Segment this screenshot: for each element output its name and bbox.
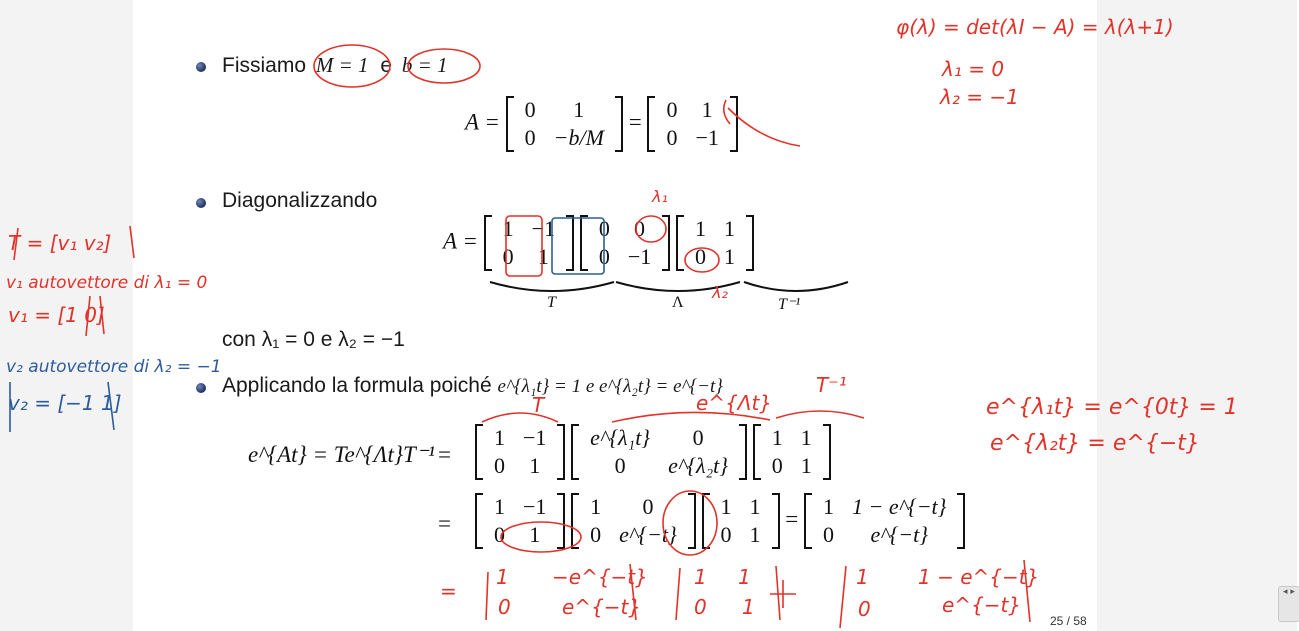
eq-lhs: A =	[465, 109, 500, 135]
bullet-text: Applicando la formula poiché	[222, 374, 492, 397]
slide-nav-button[interactable]: ◂ ▸	[1278, 586, 1299, 622]
cell: 1	[749, 494, 761, 519]
cell: 0	[642, 494, 654, 519]
matrix-a-symbolic: 0 1 0 −b/M	[505, 96, 624, 152]
cell: 0	[494, 453, 505, 478]
cell: 0	[524, 125, 536, 150]
cell: 0	[614, 453, 626, 478]
cell: e^{λ₁t}	[590, 425, 651, 450]
bullet-diagonalizzando: Diagonalizzando	[222, 189, 378, 212]
exp-row2: 1 −1 01 10 0 e^{−t} 11 01 = 11 − e^{−t} 0e…	[475, 493, 966, 549]
matrix-a-equation: A = 01 0 −b/M = 01 0 −1	[465, 96, 739, 152]
cell: 1	[529, 522, 541, 547]
brace-label-tinv: T⁻¹	[778, 296, 801, 313]
cell: −1	[627, 244, 652, 269]
cell: 1	[800, 453, 812, 478]
matrix-t-inverse: 11 01	[701, 493, 780, 549]
eigenvalues-line: con λ₁ = 0 e λ₂ = −1	[222, 328, 405, 351]
bullet-dot	[196, 198, 206, 208]
diagonalization-equation: A = 1 −1 01 00 0 −1 11 01	[443, 215, 754, 271]
cell: 1	[771, 425, 783, 450]
cell: 1	[529, 453, 541, 478]
cell: 0	[695, 244, 706, 269]
page-number: 25 / 58	[1050, 614, 1087, 628]
cell: 1	[823, 494, 835, 519]
left-margin	[0, 0, 133, 631]
cell: 1	[573, 97, 585, 122]
cell: 0	[720, 522, 732, 547]
matrix-result: 1 1 − e^{−t} 0 e^{−t}	[804, 493, 966, 549]
matrix-t-inverse: 11 01	[676, 215, 754, 271]
right-margin	[1097, 0, 1297, 631]
cell: 0	[634, 216, 646, 241]
cell: −1	[531, 216, 556, 241]
exp-lhs: e^{At} = Te^{Λt}T⁻¹	[248, 442, 435, 467]
eq-sign: =	[628, 109, 642, 135]
cell: 1	[701, 97, 713, 122]
cell: 1 − e^{−t}	[852, 494, 947, 519]
eq-sign: =	[785, 506, 799, 532]
cell: 1	[720, 494, 732, 519]
cell: e^{−t}	[870, 522, 929, 547]
exp-eq-sign: =	[438, 442, 451, 467]
matrix-t-inverse: 11 01	[752, 424, 831, 480]
cell: 0	[666, 97, 678, 122]
cell: 1	[537, 244, 549, 269]
cell: e^{−t}	[619, 522, 677, 547]
bullet-dot	[196, 383, 206, 393]
matrix-t: 1 −1 01	[475, 424, 566, 480]
cell: 0	[692, 425, 704, 450]
cell: 0	[502, 244, 514, 269]
cell: 1	[724, 216, 735, 241]
param-b: b = 1	[401, 53, 448, 77]
cell: 1	[590, 494, 602, 519]
cell: 0	[666, 125, 678, 150]
bullet-text: Fissiamo	[222, 54, 307, 77]
cell: 0	[494, 522, 505, 547]
matrix-lambda: 00 0 −1	[579, 215, 671, 271]
cell: 1	[502, 216, 514, 241]
cell: 0	[598, 216, 610, 241]
bullet-dot	[196, 62, 206, 72]
bullet-math: e^{λ₁t} = 1 e e^{λ₂t} = e^{−t}	[497, 376, 723, 397]
cell: −1	[695, 125, 719, 150]
param-m: M = 1	[315, 53, 369, 77]
cell: 0	[771, 453, 783, 478]
cell: 1	[695, 216, 706, 241]
exp-eq-sign: =	[438, 511, 451, 536]
cell: 1	[724, 244, 735, 269]
cell: −1	[523, 494, 547, 519]
cell: −1	[523, 425, 547, 450]
conjunction: e	[380, 54, 393, 77]
matrix-a-numeric: 01 0 −1	[647, 96, 739, 152]
cell: −b/M	[553, 125, 604, 150]
cell: 1	[749, 522, 761, 547]
eq-lhs: A =	[443, 228, 478, 254]
cell: 0	[598, 244, 610, 269]
exp-row1: 1 −1 01 e^{λ₁t} 0 0 e^{λ₂t} 11 01	[475, 424, 831, 480]
matrix-exp-evaluated: 1 0 0 e^{−t}	[571, 493, 696, 549]
cell: 0	[823, 522, 835, 547]
matrix-t: 1 −1 01	[483, 215, 575, 271]
cell: e^{λ₂t}	[668, 453, 729, 478]
brace-label-t: T	[547, 294, 556, 311]
cell: 0	[590, 522, 602, 547]
cell: 1	[800, 425, 812, 450]
bullet-applicando: Applicando la formula poiché e^{λ₁t} = 1…	[222, 374, 723, 398]
bullet-fissiamo: Fissiamo M = 1 e b = 1	[222, 53, 448, 78]
matrix-exp-lambda: e^{λ₁t} 0 0 e^{λ₂t}	[571, 424, 747, 480]
matrix-t: 1 −1 01	[475, 493, 566, 549]
cell: 0	[524, 97, 536, 122]
brace-label-lambda: Λ	[672, 294, 684, 311]
cell: 1	[494, 425, 505, 450]
cell: 1	[494, 494, 505, 519]
